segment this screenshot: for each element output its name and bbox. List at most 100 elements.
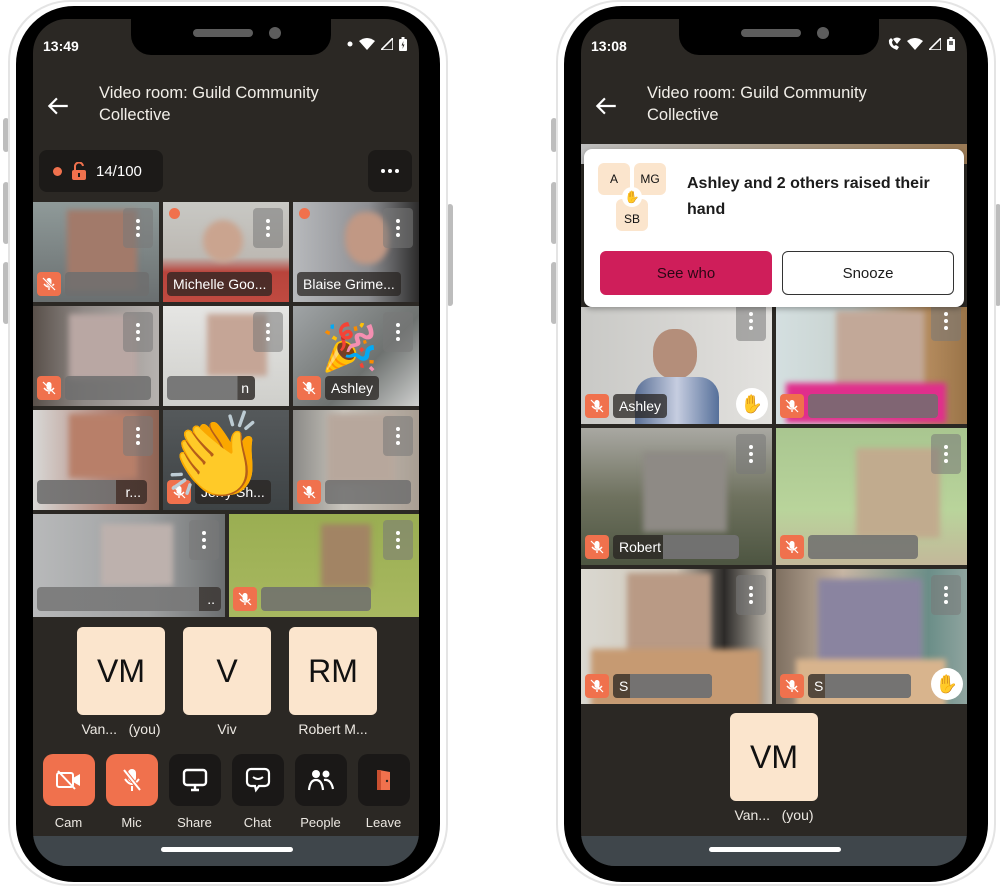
participant-name: [65, 272, 149, 296]
tile-menu-button[interactable]: [383, 416, 413, 456]
tile-menu-button[interactable]: [253, 312, 283, 352]
tile-menu-button[interactable]: [383, 520, 413, 560]
mic-off-icon: [780, 674, 804, 698]
tile-menu-button[interactable]: [123, 312, 153, 352]
tile-menu-button[interactable]: [253, 208, 283, 248]
participant-avatar[interactable]: VM Van... (you): [728, 713, 820, 823]
leave-label: Leave: [365, 815, 402, 830]
tile-menu-button[interactable]: [736, 434, 766, 474]
people-button[interactable]: People: [294, 754, 348, 830]
video-tile[interactable]: r...: [33, 410, 159, 510]
tile-menu-button[interactable]: [383, 208, 413, 248]
tile-menu-button[interactable]: [931, 307, 961, 341]
chat-label: Chat: [243, 815, 272, 830]
room-info-pill[interactable]: 14/100: [39, 150, 163, 192]
video-tile[interactable]: [776, 428, 967, 565]
video-tile[interactable]: [293, 410, 419, 510]
mic-label: Mic: [121, 815, 142, 830]
participant-name: [808, 394, 938, 418]
participant-avatar[interactable]: V Viv: [181, 627, 273, 737]
mic-button[interactable]: Mic: [105, 754, 159, 830]
video-tile[interactable]: ..: [33, 514, 225, 617]
clapping-hands-reaction: 👏: [163, 410, 268, 505]
home-indicator[interactable]: [709, 847, 841, 852]
home-indicator[interactable]: [161, 847, 293, 852]
video-tile[interactable]: Michelle Goo...: [163, 202, 289, 302]
signal-icon: [929, 38, 941, 50]
status-icons: [347, 37, 407, 51]
video-tile[interactable]: S: [581, 569, 772, 704]
participant-name: S: [613, 674, 713, 698]
chat-icon: [245, 767, 270, 793]
status-time: 13:49: [43, 38, 79, 54]
leave-button[interactable]: Leave: [357, 754, 411, 830]
participant-avatar[interactable]: RM Robert M...: [287, 627, 379, 737]
mic-off-icon: [585, 535, 609, 559]
notch: [679, 19, 879, 55]
back-arrow-icon[interactable]: [593, 93, 619, 119]
video-tile[interactable]: [776, 307, 967, 424]
cam-button[interactable]: Cam: [42, 754, 96, 830]
video-tile[interactable]: [33, 202, 159, 302]
chat-button[interactable]: Chat: [231, 754, 285, 830]
signal-icon: [381, 38, 393, 50]
avatar-name: Viv: [217, 721, 237, 737]
tile-menu-button[interactable]: [736, 575, 766, 615]
mic-off-icon: [585, 394, 609, 418]
tile-menu-button[interactable]: [383, 312, 413, 352]
people-icon: [307, 770, 334, 791]
tile-menu-button[interactable]: [931, 575, 961, 615]
camera-off-icon: [55, 770, 80, 790]
unlock-icon: [72, 162, 86, 180]
participant-name: S: [808, 674, 912, 698]
share-label: Share: [177, 815, 212, 830]
dot-icon: [347, 41, 353, 47]
room-title: Video room: Guild Community Collective: [647, 84, 867, 124]
room-title: Video room: Guild Community Collective: [99, 84, 319, 124]
tile-menu-button[interactable]: [189, 520, 219, 560]
mic-off-icon: [37, 272, 61, 296]
notification-message: Ashley and 2 others raised their hand: [687, 175, 930, 218]
phone-right: 13:08 Video room: Guild Community Collec…: [551, 0, 1000, 886]
video-tile[interactable]: [33, 306, 159, 406]
back-arrow-icon[interactable]: [45, 93, 71, 119]
video-tile[interactable]: Robert: [581, 428, 772, 565]
tile-menu-button[interactable]: [123, 416, 153, 456]
avatar-initials: RM: [289, 627, 377, 715]
snooze-button[interactable]: Snooze: [782, 251, 954, 295]
video-tile[interactable]: [229, 514, 419, 617]
avatar-initials: VM: [77, 627, 165, 715]
raised-hand-icon: ✋: [736, 388, 768, 420]
video-tile[interactable]: n: [163, 306, 289, 406]
avatar-name: Van... (you): [734, 807, 814, 823]
raised-hand-icon: ✋: [931, 668, 963, 700]
video-tile[interactable]: 🎉 Ashley: [293, 306, 419, 406]
call-controls: Cam Mic Share Chat People Leave: [33, 754, 419, 830]
video-tile[interactable]: Blaise Grime...: [293, 202, 419, 302]
video-tile[interactable]: S ✋: [776, 569, 967, 704]
video-tile[interactable]: Ashley ✋: [581, 307, 772, 424]
screen-share-icon: [182, 768, 207, 792]
participant-name: Ashley: [325, 376, 380, 400]
mic-off-icon: [585, 674, 609, 698]
participant-video: [653, 329, 697, 379]
tile-menu-button[interactable]: [123, 208, 153, 248]
avatar-initials: VM: [730, 713, 818, 801]
participant-name: r...: [37, 480, 147, 504]
party-popper-reaction: 🎉: [321, 320, 379, 374]
mic-off-icon: [297, 376, 321, 400]
participant-count: 14/100: [96, 162, 142, 180]
participant-avatar[interactable]: VM Van... (you): [75, 627, 167, 737]
tile-menu-button[interactable]: [931, 434, 961, 474]
screen: 13:08 Video room: Guild Community Collec…: [581, 19, 967, 866]
phone-left: 13:49 Video room: Guild Community Collec…: [3, 0, 453, 886]
tile-menu-button[interactable]: [736, 307, 766, 341]
participant-name: [808, 535, 918, 559]
avatar-initials: V: [183, 627, 271, 715]
see-who-button[interactable]: See who: [600, 251, 772, 295]
more-options-button[interactable]: [368, 150, 412, 192]
video-tile[interactable]: Jerry Sh... 👏: [163, 410, 289, 510]
participant-name: [325, 480, 411, 504]
mic-off-icon: [37, 376, 61, 400]
share-button[interactable]: Share: [168, 754, 222, 830]
